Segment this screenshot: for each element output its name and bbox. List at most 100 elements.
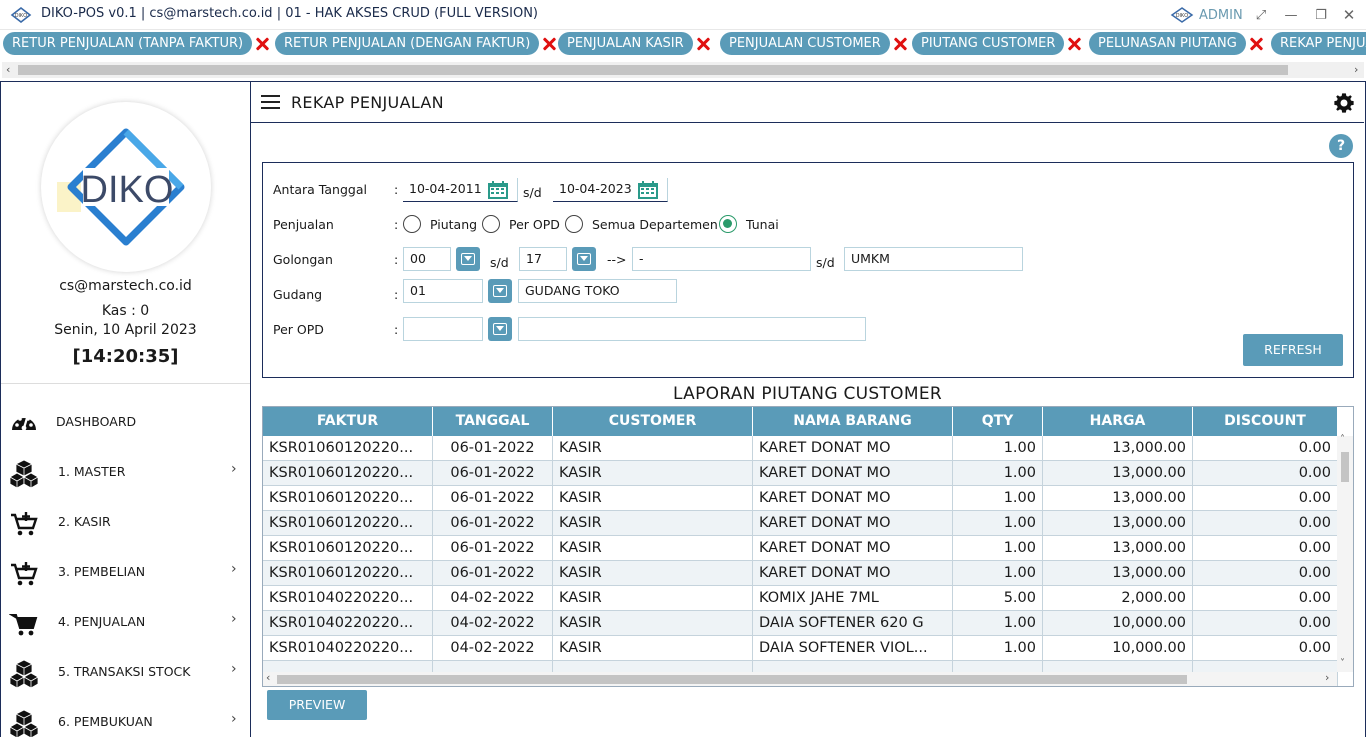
restore-icon[interactable]: ❐ <box>1310 4 1332 26</box>
logo-text: DIKO <box>81 169 174 211</box>
scroll-right-icon[interactable]: › <box>1354 62 1358 78</box>
table-vertical-scrollbar[interactable]: ˄ ˅ <box>1337 434 1353 672</box>
sidebar-date: Senin, 10 April 2023 <box>54 322 197 338</box>
gear-icon[interactable] <box>1333 92 1355 114</box>
calendar-icon[interactable] <box>637 180 659 200</box>
close-icon[interactable]: ✕ <box>1338 4 1360 26</box>
tab-label[interactable]: PENJUALAN CUSTOMER <box>720 32 890 55</box>
opd-code-input[interactable] <box>403 317 483 341</box>
user-menu[interactable]: DIKO ADMIN <box>1170 5 1243 25</box>
minimize-icon[interactable]: — <box>1280 4 1302 26</box>
column-header[interactable]: QTY <box>953 407 1043 436</box>
table-row[interactable]: KSR01060120220... 06-01-2022 KASIR KARET DO… <box>263 511 1338 536</box>
tab-rekap-penjualan[interactable]: REKAP PENJUALAN <box>1271 32 1366 55</box>
column-header[interactable]: FAKTUR <box>263 407 433 436</box>
tab-retur-tanpa-faktur[interactable]: RETUR PENJUALAN (TANPA FAKTUR) <box>3 32 269 55</box>
preview-button[interactable]: PREVIEW <box>267 690 367 720</box>
tab-penjualan-customer[interactable]: PENJUALAN CUSTOMER <box>720 32 907 55</box>
scroll-right-icon[interactable]: › <box>1325 671 1329 684</box>
radio-semua-departemen-label[interactable]: Semua Departemen <box>592 217 718 232</box>
gudang-name-field: GUDANG TOKO <box>518 279 677 303</box>
scroll-left-icon[interactable]: ‹ <box>266 671 270 684</box>
golongan-to-input[interactable]: 17 <box>519 247 567 271</box>
tab-retur-dengan-faktur[interactable]: RETUR PENJUALAN (DENGAN FAKTUR) <box>275 32 556 55</box>
table-row[interactable]: KSR01060120220... 06-01-2022 KASIR KARET DO… <box>263 536 1338 561</box>
tab-close-icon[interactable] <box>1067 37 1081 51</box>
radio-per-opd[interactable] <box>482 215 500 233</box>
table-cell: KASIR <box>553 436 753 461</box>
scrollbar-thumb[interactable] <box>1341 452 1349 482</box>
tab-label[interactable]: PENJUALAN KASIR <box>558 32 693 55</box>
column-header[interactable]: HARGA <box>1043 407 1193 436</box>
table-cell: KASIR <box>553 486 753 511</box>
hamburger-menu-icon[interactable] <box>261 95 281 109</box>
table-row[interactable]: KSR01060120220... 06-01-2022 KASIR KARET DO… <box>263 461 1338 486</box>
scrollbar-thumb[interactable] <box>277 675 1187 684</box>
column-header[interactable]: TANGGAL <box>433 407 553 436</box>
tab-pelunasan-piutang[interactable]: PELUNASAN PIUTANG <box>1089 32 1263 55</box>
table-cell: 1.00 <box>953 636 1043 661</box>
radio-tunai[interactable] <box>719 215 737 233</box>
table-cell: KARET DONAT MO <box>753 486 953 511</box>
sidebar-item-pembukuan[interactable]: 6. PEMBUKUAN › <box>1 698 250 737</box>
table-horizontal-scrollbar[interactable]: ‹ › <box>263 671 1337 686</box>
table-cell: 04-02-2022 <box>433 586 553 611</box>
radio-tunai-label[interactable]: Tunai <box>746 217 779 232</box>
radio-piutang[interactable] <box>403 215 421 233</box>
sidebar-item-kasir[interactable]: 2. KASIR <box>1 498 250 548</box>
help-button[interactable]: ? <box>1329 134 1353 158</box>
scroll-down-icon[interactable]: ˅ <box>1340 658 1345 669</box>
table-cell: KASIR <box>553 561 753 586</box>
tab-piutang-customer[interactable]: PIUTANG CUSTOMER <box>912 32 1081 55</box>
table-row[interactable]: KSR01040220220... 04-02-2022 KASIR DAIA SOF… <box>263 611 1338 636</box>
tab-label[interactable]: REKAP PENJUALAN <box>1271 32 1366 55</box>
sidebar-item-penjualan[interactable]: 4. PENJUALAN › <box>1 598 250 648</box>
report-table[interactable]: FAKTUR TANGGAL CUSTOMER NAMA BARANG QTY … <box>262 406 1354 687</box>
tab-scrollbar[interactable]: ‹ › <box>2 62 1364 78</box>
svg-text:DIKO: DIKO <box>15 13 27 19</box>
sidebar-item-pembelian[interactable]: 3. PEMBELIAN › <box>1 548 250 598</box>
golongan-from-input[interactable]: 00 <box>403 247 451 271</box>
scroll-up-icon[interactable]: ˄ <box>1340 434 1345 445</box>
tab-close-icon[interactable] <box>696 37 710 51</box>
tab-label[interactable]: PELUNASAN PIUTANG <box>1089 32 1246 55</box>
gudang-dropdown-icon[interactable] <box>488 279 512 303</box>
column-header[interactable]: CUSTOMER <box>553 407 753 436</box>
golongan-from-dropdown-icon[interactable] <box>456 247 480 271</box>
table-row[interactable]: KSR01060120220... 06-01-2022 KASIR KARET DO… <box>263 561 1338 586</box>
opd-dropdown-icon[interactable] <box>488 317 512 341</box>
table-cell: 06-01-2022 <box>433 461 553 486</box>
refresh-button[interactable]: REFRESH <box>1243 334 1343 366</box>
tab-label[interactable]: PIUTANG CUSTOMER <box>912 32 1065 55</box>
radio-per-opd-label[interactable]: Per OPD <box>509 217 560 232</box>
table-row[interactable]: KSR01060120220... 06-01-2022 KASIR KARET DO… <box>263 486 1338 511</box>
gudang-code-input[interactable]: 01 <box>403 279 483 303</box>
calendar-icon[interactable] <box>487 180 509 200</box>
fullscreen-icon[interactable]: ⤢ <box>1250 4 1272 26</box>
radio-semua-departemen[interactable] <box>565 215 583 233</box>
sidebar-item-dashboard[interactable]: DASHBOARD <box>1 398 250 448</box>
scrollbar-thumb[interactable] <box>18 65 1288 75</box>
table-cell: 13,000.00 <box>1043 436 1193 461</box>
sidebar-item-label: 5. TRANSAKSI STOCK <box>58 664 191 679</box>
sidebar-item-label: DASHBOARD <box>56 414 137 429</box>
tab-close-icon[interactable] <box>542 37 556 51</box>
radio-piutang-label[interactable]: Piutang <box>430 217 477 232</box>
table-cell: KSR01040220220... <box>263 636 433 661</box>
tab-penjualan-kasir[interactable]: PENJUALAN KASIR <box>558 32 710 55</box>
column-header[interactable]: DISCOUNT <box>1193 407 1338 436</box>
table-row[interactable]: KSR01060120220... 06-01-2022 KASIR KARET DO… <box>263 436 1338 461</box>
tab-close-icon[interactable] <box>1249 37 1263 51</box>
golongan-to-dropdown-icon[interactable] <box>572 247 596 271</box>
table-row[interactable]: KSR01040220220... 04-02-2022 KASIR DAIA SOF… <box>263 636 1338 661</box>
sidebar-item-master[interactable]: 1. MASTER › <box>1 448 250 498</box>
sidebar-item-transaksi-stock[interactable]: 5. TRANSAKSI STOCK › <box>1 648 250 698</box>
scroll-left-icon[interactable]: ‹ <box>6 62 10 78</box>
tab-close-icon[interactable] <box>893 37 907 51</box>
tab-close-icon[interactable] <box>255 37 269 51</box>
app-logo-icon: DIKO <box>10 7 32 23</box>
column-header[interactable]: NAMA BARANG <box>753 407 953 436</box>
tab-label[interactable]: RETUR PENJUALAN (TANPA FAKTUR) <box>3 32 253 55</box>
table-row[interactable]: KSR01040220220... 04-02-2022 KASIR KOMIX JA… <box>263 586 1338 611</box>
tab-label[interactable]: RETUR PENJUALAN (DENGAN FAKTUR) <box>275 32 540 55</box>
